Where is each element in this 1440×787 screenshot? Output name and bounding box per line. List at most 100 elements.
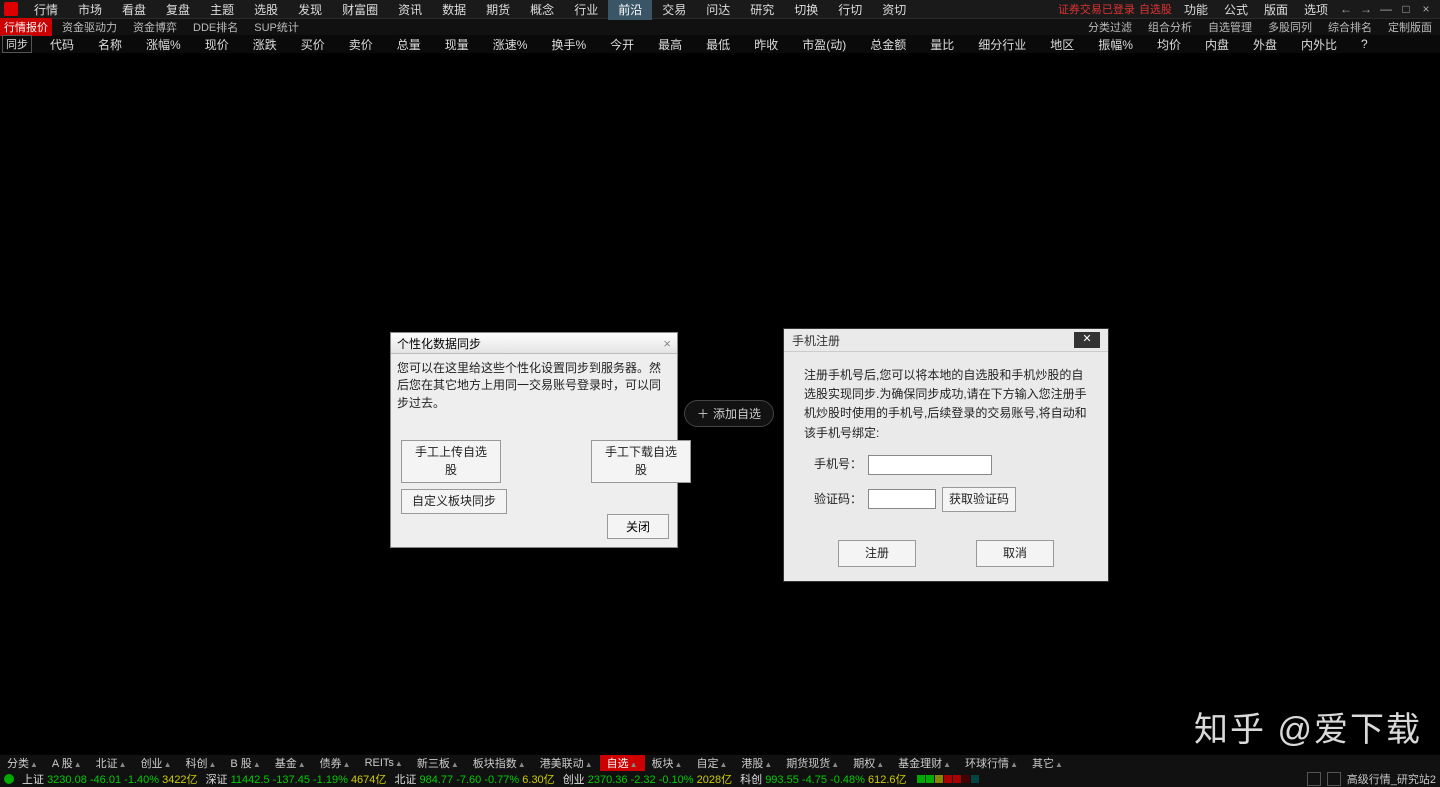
subtab-right-3[interactable]: 多股同列 [1260, 18, 1320, 36]
index-item-1[interactable]: 深证 11442.5 -137.45 -1.19% 4674亿 [202, 771, 387, 787]
index-item-4[interactable]: 科创 993.55 -4.75 -0.48% 612.6亿 [736, 771, 906, 787]
bottom-tab-20[interactable]: 其它▲ [1025, 755, 1070, 771]
phone-input[interactable] [868, 455, 992, 475]
right-menu-item-1[interactable]: 公式 [1216, 0, 1256, 20]
column-header-3[interactable]: 现价 [193, 38, 241, 52]
menu-item-16[interactable]: 研究 [740, 0, 784, 20]
menu-item-1[interactable]: 市场 [68, 0, 112, 20]
index-item-0[interactable]: 上证 3230.08 -46.01 -1.40% 3422亿 [18, 771, 198, 787]
bottom-tab-12[interactable]: 自选▲ [600, 755, 645, 771]
menu-item-3[interactable]: 复盘 [156, 0, 200, 20]
upload-watchlist-button[interactable]: 手工上传自选股 [401, 440, 501, 483]
column-header-21[interactable]: 均价 [1145, 38, 1193, 52]
column-header-12[interactable]: 最高 [646, 38, 694, 52]
minimize-icon[interactable]: — [1376, 2, 1396, 16]
close-icon[interactable]: × [663, 336, 671, 351]
forward-icon[interactable]: → [1356, 2, 1376, 16]
column-header-13[interactable]: 最低 [694, 38, 742, 52]
menu-item-10[interactable]: 期货 [476, 0, 520, 20]
bottom-tab-9[interactable]: 新三板▲ [410, 755, 466, 771]
menu-item-11[interactable]: 概念 [520, 0, 564, 20]
column-header-9[interactable]: 涨速% [481, 38, 540, 52]
column-header-5[interactable]: 买价 [289, 38, 337, 52]
subtab-left-3[interactable]: SUP统计 [246, 21, 307, 35]
bottom-tab-10[interactable]: 板块指数▲ [466, 755, 533, 771]
subtab-right-1[interactable]: 组合分析 [1140, 18, 1200, 36]
column-header-15[interactable]: 市盈(动) [790, 38, 858, 52]
subtab-left-0[interactable]: 资金驱动力 [54, 21, 125, 35]
menu-item-18[interactable]: 行切 [828, 0, 872, 20]
menu-item-13[interactable]: 前沿 [608, 0, 652, 20]
bottom-tab-0[interactable]: 分类▲ [0, 755, 45, 771]
menu-item-19[interactable]: 资切 [872, 0, 916, 20]
menu-item-17[interactable]: 切换 [784, 0, 828, 20]
column-header-19[interactable]: 地区 [1038, 38, 1086, 52]
code-input[interactable] [868, 489, 936, 509]
column-header-24[interactable]: 内外比 [1289, 38, 1349, 52]
bottom-tab-6[interactable]: 基金▲ [268, 755, 313, 771]
menu-item-15[interactable]: 问达 [696, 0, 740, 20]
bottom-tab-14[interactable]: 自定▲ [689, 755, 734, 771]
column-header-20[interactable]: 振幅% [1086, 38, 1145, 52]
bottom-tab-16[interactable]: 期货现货▲ [779, 755, 846, 771]
quote-mode-tag[interactable]: 行情报价 [0, 18, 52, 36]
column-header-2[interactable]: 涨幅% [134, 38, 193, 52]
menu-item-9[interactable]: 数据 [432, 0, 476, 20]
close-icon[interactable]: ✕ [1074, 332, 1100, 348]
bottom-tab-7[interactable]: 债券▲ [313, 755, 358, 771]
menu-item-0[interactable]: 行情 [24, 0, 68, 20]
status-icon-1[interactable] [1307, 772, 1321, 786]
status-icon-2[interactable] [1327, 772, 1341, 786]
get-code-button[interactable]: 获取验证码 [942, 487, 1016, 512]
bottom-tab-11[interactable]: 港美联动▲ [533, 755, 600, 771]
column-header-8[interactable]: 现量 [433, 38, 481, 52]
maximize-icon[interactable]: □ [1396, 2, 1416, 16]
menu-item-6[interactable]: 发现 [288, 0, 332, 20]
add-watchlist-button[interactable]: ＋ 添加自选 [684, 400, 774, 427]
register-button[interactable]: 注册 [838, 540, 916, 567]
right-menu-item-2[interactable]: 版面 [1256, 0, 1296, 20]
column-header-0[interactable]: 代码 [38, 38, 86, 52]
menu-item-12[interactable]: 行业 [564, 0, 608, 20]
column-header-1[interactable]: 名称 [86, 38, 134, 52]
menu-item-7[interactable]: 财富圈 [332, 0, 388, 20]
bottom-tab-4[interactable]: 科创▲ [178, 755, 223, 771]
subtab-right-4[interactable]: 综合排名 [1320, 18, 1380, 36]
column-header-22[interactable]: 内盘 [1193, 38, 1241, 52]
help-icon[interactable]: ? [1349, 37, 1380, 51]
subtab-left-2[interactable]: DDE排名 [185, 21, 246, 35]
column-header-14[interactable]: 昨收 [742, 38, 790, 52]
download-watchlist-button[interactable]: 手工下载自选股 [591, 440, 691, 483]
bottom-tab-19[interactable]: 环球行情▲ [958, 755, 1025, 771]
subtab-left-1[interactable]: 资金博弈 [125, 21, 185, 35]
bottom-tab-5[interactable]: B 股▲ [223, 755, 267, 771]
index-item-2[interactable]: 北证 984.77 -7.60 -0.77% 6.30亿 [390, 771, 554, 787]
index-item-3[interactable]: 创业 2370.36 -2.32 -0.10% 2028亿 [559, 771, 732, 787]
subtab-right-2[interactable]: 自选管理 [1200, 18, 1260, 36]
right-menu-item-3[interactable]: 选项 [1296, 0, 1336, 20]
column-header-17[interactable]: 量比 [918, 38, 966, 52]
custom-block-sync-button[interactable]: 自定义板块同步 [401, 489, 507, 514]
subtab-right-0[interactable]: 分类过滤 [1080, 18, 1140, 36]
column-header-10[interactable]: 换手% [539, 38, 598, 52]
menu-item-8[interactable]: 资讯 [388, 0, 432, 20]
menu-item-4[interactable]: 主题 [200, 0, 244, 20]
column-header-11[interactable]: 今开 [598, 38, 646, 52]
column-header-7[interactable]: 总量 [385, 38, 433, 52]
back-icon[interactable]: ← [1336, 2, 1356, 16]
bottom-tab-3[interactable]: 创业▲ [134, 755, 179, 771]
column-header-16[interactable]: 总金额 [858, 38, 918, 52]
menu-item-2[interactable]: 看盘 [112, 0, 156, 20]
cancel-button[interactable]: 取消 [976, 540, 1054, 567]
close-window-icon[interactable]: × [1416, 2, 1436, 16]
sync-button[interactable]: 同步 [2, 35, 32, 53]
bottom-tab-13[interactable]: 板块▲ [645, 755, 690, 771]
bottom-tab-17[interactable]: 期权▲ [846, 755, 891, 771]
column-header-4[interactable]: 涨跌 [241, 38, 289, 52]
subtab-right-5[interactable]: 定制版面 [1380, 18, 1440, 36]
menu-item-14[interactable]: 交易 [652, 0, 696, 20]
column-header-23[interactable]: 外盘 [1241, 38, 1289, 52]
bottom-tab-15[interactable]: 港股▲ [734, 755, 779, 771]
menu-item-5[interactable]: 选股 [244, 0, 288, 20]
bottom-tab-1[interactable]: A 股▲ [45, 755, 89, 771]
